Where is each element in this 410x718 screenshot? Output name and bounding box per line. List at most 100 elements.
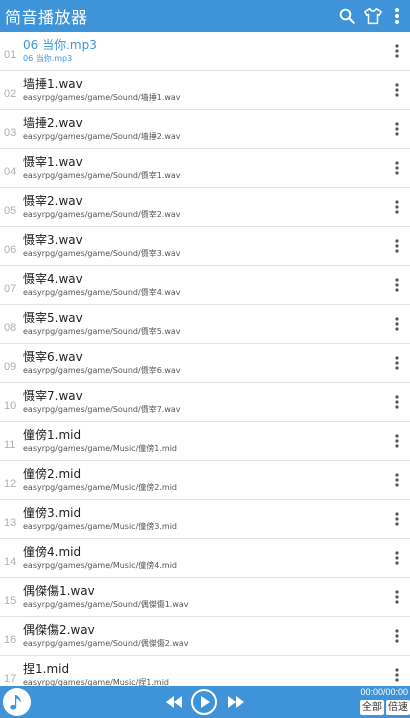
track-path: easyrpg/games/game/Sound/慑宰2.wav (23, 210, 181, 219)
track-info: 慑宰5.wav easyrpg/games/game/Sound/慑宰5.wav (23, 311, 384, 337)
track-number: 16 (4, 634, 17, 646)
track-more-button[interactable] (384, 461, 410, 500)
more-vert-icon (395, 122, 399, 136)
track-info: 慑宰1.wav easyrpg/games/game/Sound/慑宰1.wav (23, 155, 384, 181)
track-row[interactable]: 02 墙捶1.wav easyrpg/games/game/Sound/墙捶1.wa… (0, 71, 410, 110)
track-more-button[interactable] (384, 227, 410, 266)
track-number: 08 (4, 322, 17, 334)
track-more-button[interactable] (384, 344, 410, 383)
track-name: 僮傍3.mid (23, 506, 82, 520)
track-number: 13 (4, 517, 17, 529)
track-path: easyrpg/games/game/Sound/墙捶1.wav (23, 93, 181, 102)
track-more-button[interactable] (384, 305, 410, 344)
track-row[interactable]: 01 06 当你.mp3 06 当你.mp3 (0, 32, 410, 71)
search-icon (339, 8, 355, 24)
track-name: 墙捶2.wav (23, 116, 83, 130)
search-button[interactable] (334, 0, 360, 32)
track-row[interactable]: 04 慑宰1.wav easyrpg/games/game/Sound/慑宰1.wa… (0, 149, 410, 188)
track-number: 15 (4, 595, 17, 607)
track-path: easyrpg/games/game/Sound/偶傑傷2.wav (23, 639, 189, 648)
track-number: 09 (4, 361, 17, 373)
track-row[interactable]: 16 偶傑傷2.wav easyrpg/games/game/Sound/偶傑傷2.… (0, 617, 410, 656)
track-number: 12 (4, 478, 17, 490)
theme-button[interactable] (360, 0, 386, 32)
track-more-button[interactable] (384, 188, 410, 227)
track-number: 17 (4, 673, 17, 685)
track-more-button[interactable] (384, 110, 410, 149)
track-row[interactable]: 12 僮傍2.mid easyrpg/games/game/Music/僮傍2.mi… (0, 461, 410, 500)
track-number: 11 (4, 439, 16, 451)
track-info: 僮傍2.mid easyrpg/games/game/Music/僮傍2.mid (23, 467, 384, 493)
track-info: 06 当你.mp3 06 当你.mp3 (23, 38, 384, 64)
track-name: 僮傍2.mid (23, 467, 82, 481)
more-vert-icon (395, 44, 399, 58)
more-vert-icon (395, 317, 399, 331)
track-row[interactable]: 06 慑宰3.wav easyrpg/games/game/Sound/慑宰3.wa… (0, 227, 410, 266)
track-row[interactable]: 10 慑宰7.wav easyrpg/games/game/Sound/慑宰7.wa… (0, 383, 410, 422)
track-number: 01 (4, 49, 17, 61)
track-row[interactable]: 11 僮傍1.mid easyrpg/games/game/Music/僮傍1.mi… (0, 422, 410, 461)
track-row[interactable]: 17 捏1.mid easyrpg/games/game/Music/捏1.mid (0, 656, 410, 686)
track-path: easyrpg/games/game/Music/僮傍1.mid (23, 444, 177, 453)
track-name: 僮傍4.mid (23, 545, 82, 559)
play-button[interactable] (189, 686, 219, 718)
track-row[interactable]: 05 慑宰2.wav easyrpg/games/game/Sound/慑宰2.wa… (0, 188, 410, 227)
track-more-button[interactable] (384, 539, 410, 578)
track-path: easyrpg/games/game/Sound/慑宰6.wav (23, 366, 181, 375)
track-row[interactable]: 09 慑宰6.wav easyrpg/games/game/Sound/慑宰6.wa… (0, 344, 410, 383)
track-number: 05 (4, 205, 17, 217)
track-more-button[interactable] (384, 617, 410, 656)
track-name: 捏1.mid (23, 662, 70, 676)
track-number: 06 (4, 244, 17, 256)
track-more-button[interactable] (384, 422, 410, 461)
track-more-button[interactable] (384, 149, 410, 188)
track-row[interactable]: 03 墙捶2.wav easyrpg/games/game/Sound/墙捶2.wa… (0, 110, 410, 149)
track-more-button[interactable] (384, 266, 410, 305)
more-vert-icon (395, 668, 399, 682)
track-number: 14 (4, 556, 17, 568)
track-path: easyrpg/games/game/Sound/慑宰1.wav (23, 171, 181, 180)
track-info: 墙捶2.wav easyrpg/games/game/Sound/墙捶2.wav (23, 116, 384, 142)
track-more-button[interactable] (384, 500, 410, 539)
play-mode-button[interactable]: 全部 (360, 700, 384, 715)
track-number: 04 (4, 166, 17, 178)
track-path: easyrpg/games/game/Sound/墙捶2.wav (23, 132, 181, 141)
track-path: easyrpg/games/game/Sound/慑宰5.wav (23, 327, 181, 336)
track-name: 僮傍1.mid (23, 428, 82, 442)
track-path: easyrpg/games/game/Sound/慑宰7.wav (23, 405, 181, 414)
track-row[interactable]: 14 僮傍4.mid easyrpg/games/game/Music/僮傍4.mi… (0, 539, 410, 578)
track-more-button[interactable] (384, 656, 410, 687)
track-info: 偶傑傷1.wav easyrpg/games/game/Sound/偶傑傷1.wa… (23, 584, 384, 610)
more-vert-icon (395, 278, 399, 292)
speed-button[interactable]: 倍速 (386, 700, 410, 715)
track-name: 偶傑傷2.wav (23, 623, 95, 637)
more-vert-icon (395, 434, 399, 448)
track-name: 慑宰2.wav (23, 194, 83, 208)
track-more-button[interactable] (384, 578, 410, 617)
track-info: 僮傍3.mid easyrpg/games/game/Music/僮傍3.mid (23, 506, 384, 532)
track-row[interactable]: 07 慑宰4.wav easyrpg/games/game/Sound/慑宰4.wa… (0, 266, 410, 305)
track-row[interactable]: 08 慑宰5.wav easyrpg/games/game/Sound/慑宰5.wa… (0, 305, 410, 344)
tshirt-icon (364, 7, 382, 25)
track-more-button[interactable] (384, 383, 410, 422)
more-vert-icon (395, 239, 399, 253)
track-number: 02 (4, 88, 17, 100)
track-info: 僮傍4.mid easyrpg/games/game/Music/僮傍4.mid (23, 545, 384, 571)
skip-previous-icon (166, 696, 182, 708)
play-icon (191, 689, 217, 715)
track-more-button[interactable] (384, 71, 410, 110)
track-row[interactable]: 13 僮傍3.mid easyrpg/games/game/Music/僮傍3.mi… (0, 500, 410, 539)
overflow-menu-button[interactable] (386, 0, 408, 32)
track-more-button[interactable] (384, 32, 410, 71)
more-vert-icon (395, 8, 399, 24)
playback-time: 00:00/00:00 (360, 687, 408, 697)
more-vert-icon (395, 551, 399, 565)
more-vert-icon (395, 590, 399, 604)
track-info: 慑宰4.wav easyrpg/games/game/Sound/慑宰4.wav (23, 272, 384, 298)
next-button[interactable] (222, 686, 250, 718)
track-info: 僮傍1.mid easyrpg/games/game/Music/僮傍1.mid (23, 428, 384, 454)
track-row[interactable]: 15 偶傑傷1.wav easyrpg/games/game/Sound/偶傑傷1.… (0, 578, 410, 617)
now-playing-button[interactable] (3, 688, 31, 716)
previous-button[interactable] (160, 686, 188, 718)
track-info: 慑宰6.wav easyrpg/games/game/Sound/慑宰6.wav (23, 350, 384, 376)
